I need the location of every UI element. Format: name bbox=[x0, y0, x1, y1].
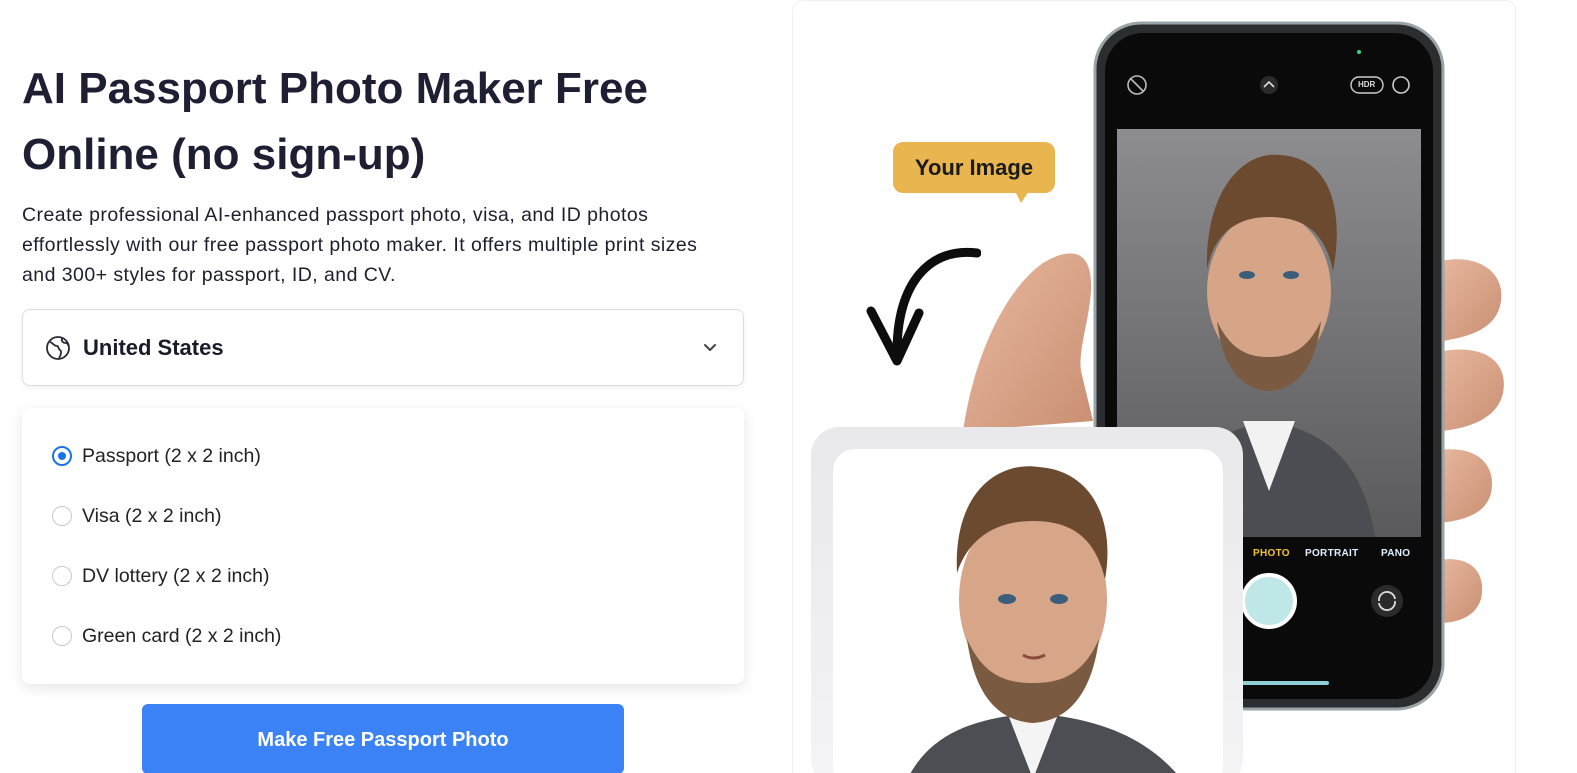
option-label: DV lottery (2 x 2 inch) bbox=[82, 564, 270, 587]
hero-panel: AI Passport Photo Maker Free Online (no … bbox=[22, 0, 746, 773]
option-dv-lottery[interactable]: DV lottery (2 x 2 inch) bbox=[52, 561, 269, 591]
radio-visa[interactable] bbox=[52, 506, 72, 526]
radio-passport[interactable] bbox=[52, 446, 72, 466]
passport-photo-image bbox=[910, 466, 1176, 773]
country-select-value: United States bbox=[83, 334, 224, 360]
page-description: Create professional AI-enhanced passport… bbox=[22, 204, 698, 286]
country-select[interactable]: United States bbox=[22, 309, 744, 386]
radio-dv-lottery[interactable] bbox=[52, 566, 72, 586]
camera-mode-photo: PHOTO bbox=[1253, 548, 1290, 559]
globe-icon bbox=[45, 334, 73, 362]
chevron-down-icon[interactable] bbox=[701, 338, 719, 356]
hdr-badge: HDR bbox=[1358, 80, 1376, 89]
option-passport[interactable]: Passport (2 x 2 inch) bbox=[52, 441, 261, 471]
option-label: Passport (2 x 2 inch) bbox=[82, 444, 261, 467]
your-image-bubble: Your Image bbox=[893, 142, 1055, 193]
option-label: Visa (2 x 2 inch) bbox=[82, 504, 222, 527]
option-label: Green card (2 x 2 inch) bbox=[82, 624, 282, 647]
option-visa[interactable]: Visa (2 x 2 inch) bbox=[52, 501, 221, 531]
passport-photo-preview bbox=[833, 449, 1223, 773]
curved-arrow-icon bbox=[866, 247, 981, 366]
page-title: AI Passport Photo Maker Free Online (no … bbox=[22, 64, 648, 179]
bubble-tail bbox=[1015, 191, 1029, 203]
document-type-list: Passport (2 x 2 inch) Visa (2 x 2 inch) … bbox=[22, 408, 744, 684]
camera-mode-pano: PANO bbox=[1381, 548, 1411, 559]
camera-mode-portrait: PORTRAIT bbox=[1305, 548, 1359, 559]
illustration-panel: PHOTO PORTRAIT PANO HDR Your Image bbox=[792, 0, 1516, 773]
radio-green-card[interactable] bbox=[52, 626, 72, 646]
option-green-card[interactable]: Green card (2 x 2 inch) bbox=[52, 621, 281, 651]
make-passport-photo-button[interactable]: Make Free Passport Photo bbox=[142, 704, 624, 773]
